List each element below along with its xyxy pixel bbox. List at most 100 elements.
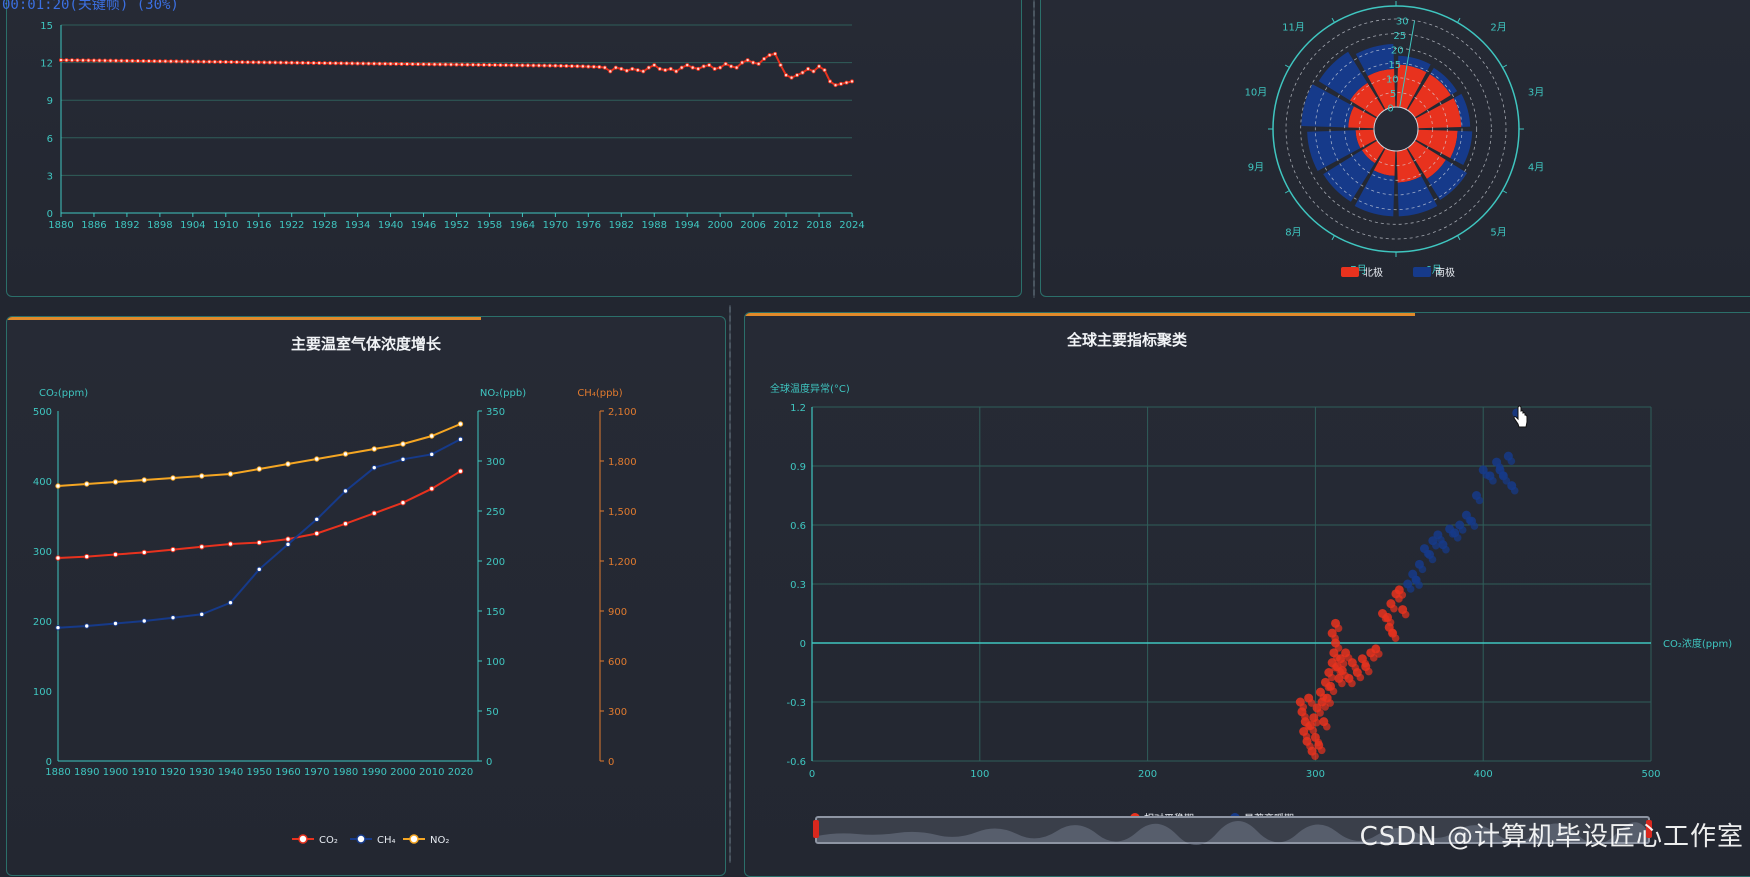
temperature-point xyxy=(762,56,767,61)
temperature-point xyxy=(602,65,607,70)
series-point-ch4 xyxy=(457,436,464,443)
temperature-point xyxy=(256,60,261,65)
temperature-line-chart: 0 3 6 9 12 15 1880 1886 1892 1898 1904 1910 1916 1922… xyxy=(40,21,864,231)
angle-tick xyxy=(1284,190,1290,194)
scatter-point-cluster-0 xyxy=(1364,667,1373,676)
series-point-ch4 xyxy=(429,451,435,458)
legend-marker xyxy=(298,834,308,844)
temperature-point xyxy=(328,61,333,66)
angle-axis-label: 9月 xyxy=(1248,162,1264,174)
temperature-point xyxy=(641,69,646,74)
legend-marker xyxy=(409,834,419,844)
temperature-point xyxy=(124,58,129,63)
datazoom-handle-left[interactable] xyxy=(813,820,819,838)
panel-greenhouse-gases: 主要温室气体浓度增长 0 100 200 300 400 500 0 50 100 150 200 2… xyxy=(6,316,726,876)
temperature-point xyxy=(449,62,454,67)
temperature-point xyxy=(372,61,377,66)
panel-temperature-trend: 0 3 6 9 12 15 1880 1886 1892 1898 1904 1910 1916 1922… xyxy=(6,0,1022,297)
ch4-axis-name: CH₄(ppb) xyxy=(577,388,622,399)
temperature-point xyxy=(784,73,789,78)
series-point-co2 xyxy=(342,521,349,527)
panel-polar-sea-ice: 1月2月3月4月5月6月7月8月9月10月11月12月051015202530北… xyxy=(1040,0,1750,297)
temperature-point xyxy=(481,62,486,67)
temperature-point xyxy=(207,59,212,64)
temperature-point xyxy=(306,60,311,65)
angle-axis-label: 8月 xyxy=(1285,227,1301,239)
series-point-no2 xyxy=(314,456,320,462)
temperature-point xyxy=(339,61,344,66)
temperature-point xyxy=(245,60,250,65)
series-point-co2 xyxy=(256,539,262,546)
temperature-point xyxy=(740,60,745,65)
ghg-multi-axis-chart: 0100200300400500050100150200250300350030… xyxy=(33,388,637,846)
temperature-point xyxy=(745,58,750,63)
series-point-no2 xyxy=(227,471,234,477)
temperature-point xyxy=(119,58,124,63)
scatter-point-cluster-1 xyxy=(1406,585,1415,593)
x-tick-label: 1910 xyxy=(213,220,238,231)
x-tick-label: 2006 xyxy=(740,220,765,231)
temperature-point xyxy=(470,62,475,67)
series-point-no2 xyxy=(55,483,61,489)
x-tick-label: 0 xyxy=(809,769,815,780)
temperature-point xyxy=(212,59,217,64)
temperature-point xyxy=(179,59,184,64)
temperature-point xyxy=(201,59,206,64)
temperature-point xyxy=(322,61,327,66)
y-tick-label: 12 xyxy=(40,59,53,70)
no2-tick-label: 0 xyxy=(486,757,492,768)
series-point-co2 xyxy=(457,468,464,474)
series-point-ch4 xyxy=(55,624,61,631)
temperature-point xyxy=(663,68,668,73)
temperature-point xyxy=(668,66,673,71)
series-point-ch4 xyxy=(256,566,262,573)
temperature-point xyxy=(350,61,355,66)
ch4-tick-label: 0 xyxy=(608,757,614,768)
temperature-point xyxy=(69,58,74,63)
temperature-point xyxy=(718,65,723,70)
angle-axis-label: 5月 xyxy=(1490,227,1506,239)
series-point-co2 xyxy=(227,541,234,547)
legend-swatch xyxy=(1413,267,1431,277)
ch4-tick-label: 900 xyxy=(608,607,627,618)
temperature-point xyxy=(383,61,388,66)
series-point-no2 xyxy=(170,475,176,481)
co2-tick-label: 400 xyxy=(33,477,52,488)
series-point-no2 xyxy=(429,433,435,439)
legend-label: CO₂ xyxy=(319,835,338,846)
y-tick-label: -0.3 xyxy=(786,698,806,709)
temperature-point xyxy=(586,64,591,69)
temperature-point xyxy=(674,69,679,74)
dotted-divider-vertical-top xyxy=(1033,0,1035,298)
temperature-point xyxy=(394,61,399,66)
series-point-no2 xyxy=(199,473,205,479)
scatter-point-cluster-0 xyxy=(1329,687,1338,696)
series-point-ch4 xyxy=(227,599,234,606)
temperature-point xyxy=(146,59,151,64)
y-tick-label: 3 xyxy=(47,171,53,182)
temperature-point xyxy=(712,66,717,71)
radius-tick-label: 0 xyxy=(1387,103,1393,114)
co2-tick-label: 200 xyxy=(33,617,52,628)
series-point-no2 xyxy=(84,481,90,487)
angle-axis-label: 4月 xyxy=(1528,162,1544,174)
temperature-point xyxy=(157,59,162,64)
scatter-point-cluster-0 xyxy=(1356,673,1365,682)
temperature-point xyxy=(701,64,706,69)
series-point-ch4 xyxy=(84,623,90,629)
no2-tick-label: 250 xyxy=(486,507,505,518)
temperature-point xyxy=(311,60,316,65)
temperature-point xyxy=(64,58,69,63)
dotted-divider-horizontal xyxy=(0,299,1750,301)
temperature-point xyxy=(295,60,300,65)
series-point-co2 xyxy=(170,546,176,553)
scatter-point-cluster-1 xyxy=(1432,541,1440,550)
temperature-point xyxy=(696,66,701,71)
temperature-point xyxy=(234,60,239,65)
temperature-point xyxy=(729,64,734,69)
x-tick-label: 300 xyxy=(1306,769,1325,780)
no2-tick-label: 200 xyxy=(486,557,505,568)
scatter-point-cluster-0 xyxy=(1311,752,1319,760)
temperature-point xyxy=(817,64,822,69)
temperature-point xyxy=(850,79,855,84)
